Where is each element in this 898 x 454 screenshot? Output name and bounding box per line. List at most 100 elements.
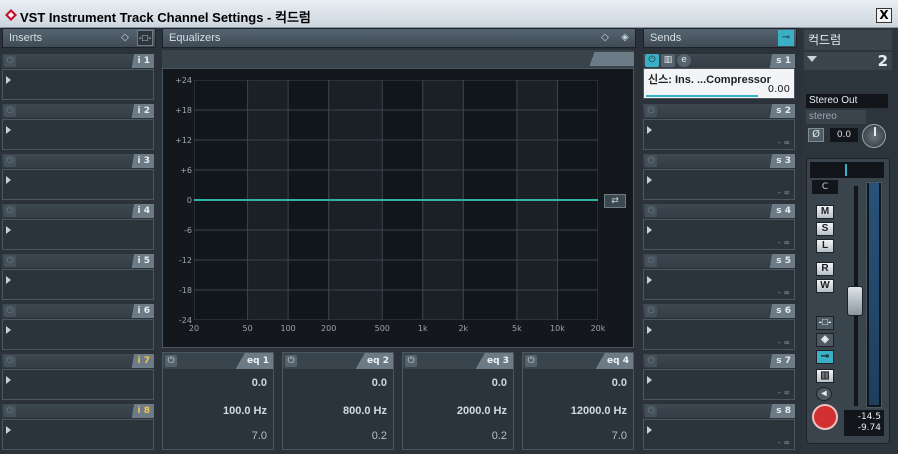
insert-power-icon[interactable]: ⏻: [4, 55, 16, 67]
insert-power-icon[interactable]: ⏻: [4, 355, 16, 367]
volume-fader[interactable]: [847, 286, 863, 316]
send-power-icon[interactable]: ⏻: [645, 105, 657, 117]
send-power-icon[interactable]: ⏻: [645, 355, 657, 367]
edit-instrument-icon[interactable]: ▥: [816, 369, 834, 383]
sends-bypass-icon[interactable]: ⊸: [778, 30, 794, 46]
input-gain-knob[interactable]: [862, 124, 886, 148]
play-arrow-icon[interactable]: [6, 226, 11, 234]
insert-slot[interactable]: ⏻ i 8: [2, 404, 154, 452]
send-power-icon[interactable]: ⏻: [645, 155, 657, 167]
send-slot-body[interactable]: - ∞: [643, 269, 795, 300]
insert-power-icon[interactable]: ⏻: [4, 205, 16, 217]
send-slot-body[interactable]: - ∞: [643, 319, 795, 350]
send-level-bar[interactable]: [646, 95, 758, 97]
insert-slot[interactable]: ⏻ i 7: [2, 354, 154, 402]
send-power-icon[interactable]: ⏻: [645, 255, 657, 267]
eq-band-power-icon[interactable]: ⏻: [525, 355, 537, 367]
output-routing[interactable]: Stereo Out: [806, 94, 888, 108]
monitor-icon[interactable]: ◂: [816, 387, 832, 401]
eq-band-q[interactable]: 7.0: [612, 430, 627, 442]
eq-bypass-strip-icon[interactable]: ◈: [816, 333, 834, 347]
eq-band-power-icon[interactable]: ⏻: [285, 355, 297, 367]
send-bypass-strip-icon[interactable]: ⊸: [816, 350, 834, 364]
eq-band-gain[interactable]: 0.0: [492, 377, 507, 389]
play-arrow-icon[interactable]: [647, 276, 652, 284]
eq-band-gain[interactable]: 0.0: [612, 377, 627, 389]
insert-slot[interactable]: ⏻ i 2: [2, 104, 154, 152]
eq-band-frequency[interactable]: 100.0 Hz: [223, 405, 267, 417]
eq-band-gain[interactable]: 0.0: [372, 377, 387, 389]
send-slot[interactable]: ⏻ s 2 - ∞: [643, 104, 795, 152]
insert-power-icon[interactable]: ⏻: [4, 305, 16, 317]
insert-power-icon[interactable]: ⏻: [4, 255, 16, 267]
mute-button[interactable]: M: [816, 205, 834, 219]
solo-button[interactable]: S: [816, 222, 834, 236]
send-slot[interactable]: ⏻ s 7 - ∞: [643, 354, 795, 402]
listen-button[interactable]: L: [816, 239, 834, 253]
insert-slot-body[interactable]: [2, 269, 154, 300]
eq-graph[interactable]: [194, 80, 598, 320]
eq-band-power-icon[interactable]: ⏻: [405, 355, 417, 367]
phase-button[interactable]: Ø: [808, 128, 824, 142]
eq-bypass-icon[interactable]: ◇: [597, 30, 613, 46]
insert-slot-body[interactable]: [2, 419, 154, 450]
eq-band-gain[interactable]: 0.0: [252, 377, 267, 389]
send-slot-1[interactable]: 신스: Ins. ...Compressor 0.00: [643, 68, 795, 99]
eq-band-q[interactable]: 0.2: [372, 430, 387, 442]
play-arrow-icon[interactable]: [647, 426, 652, 434]
eq-band-q[interactable]: 7.0: [252, 430, 267, 442]
play-arrow-icon[interactable]: [6, 376, 11, 384]
insert-slot[interactable]: ⏻ i 6: [2, 304, 154, 352]
send-slot[interactable]: ⏻ s 6 - ∞: [643, 304, 795, 352]
play-arrow-icon[interactable]: [6, 276, 11, 284]
play-arrow-icon[interactable]: [647, 226, 652, 234]
insert-slot-body[interactable]: [2, 319, 154, 350]
insert-slot[interactable]: ⏻ i 5: [2, 254, 154, 302]
record-enable-button[interactable]: [812, 404, 838, 430]
send-slot-body[interactable]: - ∞: [643, 169, 795, 200]
pre-fader-icon[interactable]: ▥: [661, 54, 675, 67]
send-power-icon[interactable]: ⏻: [645, 205, 657, 217]
insert-slot[interactable]: ⏻ i 1: [2, 54, 154, 102]
send-power-icon[interactable]: ⏻: [645, 405, 657, 417]
channel-dropdown-icon[interactable]: [807, 56, 817, 62]
send-slot-body[interactable]: - ∞: [643, 419, 795, 450]
inserts-bypass-icon[interactable]: -□-: [137, 30, 153, 46]
insert-slot-body[interactable]: [2, 369, 154, 400]
send-power-icon[interactable]: ⏻: [645, 54, 659, 67]
play-arrow-icon[interactable]: [6, 426, 11, 434]
eq-band-q[interactable]: 0.2: [492, 430, 507, 442]
play-arrow-icon[interactable]: [6, 326, 11, 334]
send-slot[interactable]: ⏻ s 8 - ∞: [643, 404, 795, 452]
send-slot[interactable]: ⏻ s 5 - ∞: [643, 254, 795, 302]
send-power-icon[interactable]: ⏻: [645, 305, 657, 317]
eq-reset-icon[interactable]: ⇄: [604, 194, 626, 208]
play-arrow-icon[interactable]: [6, 126, 11, 134]
insert-slot-body[interactable]: [2, 169, 154, 200]
insert-power-icon[interactable]: ⏻: [4, 105, 16, 117]
insert-slot-body[interactable]: [2, 219, 154, 250]
eq-expand-icon[interactable]: ◈: [617, 30, 633, 46]
eq-band-frequency[interactable]: 12000.0 Hz: [571, 405, 627, 417]
write-button[interactable]: W: [816, 279, 834, 293]
play-arrow-icon[interactable]: [647, 326, 652, 334]
insert-slot[interactable]: ⏻ i 3: [2, 154, 154, 202]
send-slot-body[interactable]: - ∞: [643, 119, 795, 150]
bypass-icon[interactable]: ◇: [117, 30, 133, 46]
eq-band-frequency[interactable]: 2000.0 Hz: [457, 405, 507, 417]
send-slot[interactable]: ⏻ s 4 - ∞: [643, 204, 795, 252]
channel-name[interactable]: 컥드럼: [804, 30, 892, 50]
insert-power-icon[interactable]: ⏻: [4, 405, 16, 417]
eq-band-power-icon[interactable]: ⏻: [165, 355, 177, 367]
insert-slot-body[interactable]: [2, 69, 154, 100]
insert-slot[interactable]: ⏻ i 4: [2, 204, 154, 252]
edit-send-icon[interactable]: e: [677, 54, 691, 67]
send-slot[interactable]: ⏻ s 3 - ∞: [643, 154, 795, 202]
play-arrow-icon[interactable]: [647, 376, 652, 384]
send-slot-body[interactable]: - ∞: [643, 369, 795, 400]
close-button[interactable]: X: [876, 8, 892, 23]
insert-slot-body[interactable]: [2, 119, 154, 150]
play-arrow-icon[interactable]: [6, 176, 11, 184]
read-button[interactable]: R: [816, 262, 834, 276]
play-arrow-icon[interactable]: [6, 76, 11, 84]
